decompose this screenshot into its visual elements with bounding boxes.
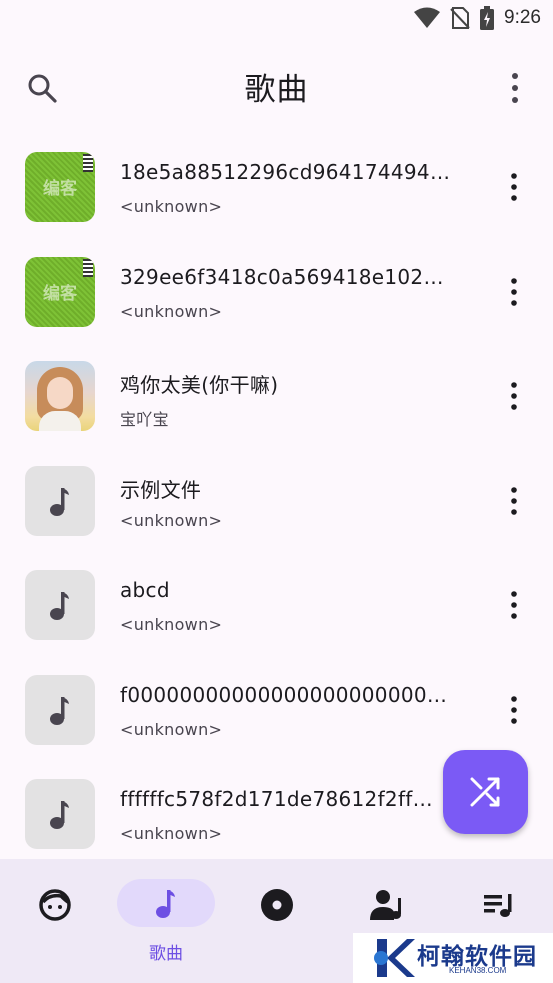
song-row[interactable]: f000000000000000000000000000000000000 <u… [0,659,553,764]
song-title: 18e5a88512296cd964174494938a62c0 [120,160,455,184]
album-art [25,361,95,431]
status-time: 9:26 [504,7,541,28]
song-row[interactable]: abcd <unknown> [0,554,553,659]
nav-songs[interactable]: 歌曲 [117,859,227,969]
app-bar: 歌曲 [0,50,553,126]
battery-charging-icon [480,6,495,30]
more-vert-icon[interactable] [499,170,529,204]
song-title: f000000000000000000000000000000000000 [120,682,455,707]
shuffle-button[interactable] [443,750,528,834]
nav-label-songs: 歌曲 [149,944,183,964]
more-vert-icon[interactable] [499,275,529,309]
qr-code-icon [83,258,93,277]
more-vert-icon[interactable] [499,379,529,413]
qr-code-icon [83,154,93,172]
song-title: ffffffc578f2d171de78612f2ff9a6e1 [120,787,440,811]
page-title: 歌曲 [244,72,309,108]
status-bar: 9:26 [0,0,553,38]
song-artist: <unknown> [120,615,223,634]
song-artist: <unknown> [120,719,223,739]
no-sim-icon [450,7,470,29]
album-art: 编客 [25,152,95,222]
album-disc-icon [261,889,293,921]
song-title: abcd [120,578,170,602]
art-watermark: 编客 [43,283,77,304]
song-row[interactable]: 编客 329ee6f3418c0a569418e102e9d8f3a1 <unk… [0,241,553,346]
watermark-url: KEHAN38.COM [449,966,507,975]
song-artist: <unknown> [120,824,223,843]
art-watermark: 编客 [43,179,77,199]
playlist-icon [484,894,512,917]
album-art: 编客 [25,256,95,327]
music-note-icon [50,696,69,725]
album-art [25,465,95,536]
song-title: 329ee6f3418c0a569418e102e9d8f3a1 [120,264,455,289]
more-vert-icon[interactable] [499,693,529,727]
music-note-icon [156,890,175,918]
more-vert-icon[interactable] [499,588,529,622]
nav-albums[interactable] [245,859,355,969]
site-watermark: 柯翰软件园 KEHAN38.COM [353,933,553,983]
song-row[interactable]: 鸡你太美(你干嘛) 宝吖宝 [0,345,553,450]
more-vert-icon[interactable] [497,68,533,108]
song-row[interactable]: 编客 18e5a88512296cd964174494938a62c0 <unk… [0,136,553,241]
album-art [25,570,95,640]
song-title: 示例文件 [120,477,202,502]
music-note-icon [50,487,69,516]
song-title: 鸡你太美(你干嘛) [120,373,279,397]
song-artist: <unknown> [120,301,223,321]
song-artist: 宝吖宝 [120,410,169,429]
k-logo-icon [374,939,415,977]
album-art [25,674,95,745]
wifi-icon [414,7,441,28]
song-artist: <unknown> [120,197,223,216]
song-row[interactable]: 示例文件 <unknown> [0,450,553,555]
music-note-icon [50,592,69,620]
artist-icon [370,890,401,920]
more-vert-icon[interactable] [499,484,529,518]
for-you-face-icon [39,889,71,921]
album-art [25,779,95,849]
shuffle-icon [470,777,500,807]
nav-for-you[interactable] [8,859,118,969]
song-artist: <unknown> [120,510,223,530]
music-note-icon [50,801,69,829]
